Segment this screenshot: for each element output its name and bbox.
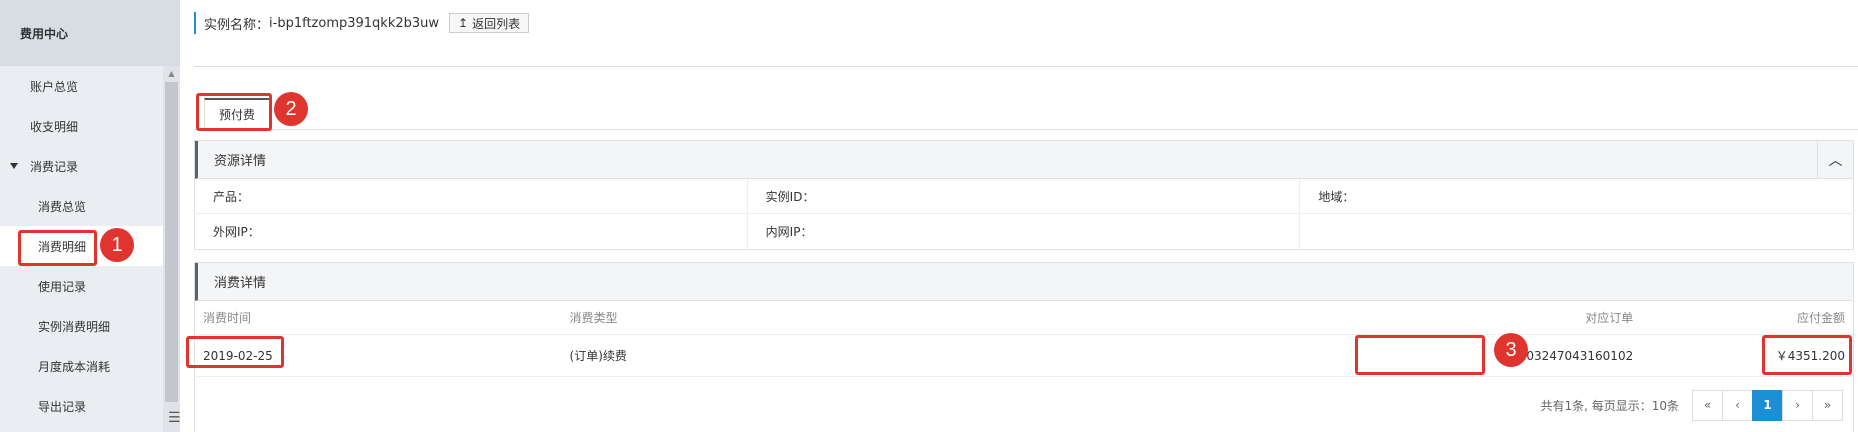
pagination-summary: 共有1条, 每页显示：10条 (1540, 398, 1679, 413)
resource-row: 外网IP： 内网IP： (195, 214, 1853, 249)
highlight-box (18, 230, 97, 266)
sidebar-title: 费用中心 (0, 0, 180, 66)
back-to-list-button[interactable]: ↥ 返回列表 (449, 13, 530, 33)
tab-bar: 预付费 (194, 90, 1858, 130)
highlight-box (1355, 335, 1485, 375)
consumption-details-panel: 消费详情 消费时间 消费类型 对应订单 应付金额 2019-02-25 (订单)… (194, 262, 1854, 432)
caret-down-icon (10, 163, 18, 169)
column-time: 消费时间 (203, 311, 252, 325)
highlight-box (196, 93, 272, 131)
back-button-label: 返回列表 (472, 16, 521, 31)
arrow-up-icon: ↥ (458, 16, 469, 30)
instance-id-field: 实例ID： (748, 179, 1301, 213)
first-page-button[interactable]: « (1692, 389, 1723, 421)
page-title: 实例名称： i-bp1ftzomp391qkk2b3uw ↥ 返回列表 (194, 12, 530, 34)
sidebar-item-income-expense[interactable]: 收支明细 (0, 106, 163, 146)
sidebar-item-account-overview[interactable]: 账户总览 (0, 66, 163, 106)
page-1-button[interactable]: 1 (1752, 389, 1783, 421)
sidebar-item-label: 消费记录 (30, 159, 79, 174)
highlight-box (186, 336, 284, 368)
instance-name-value: i-bp1ftzomp391qkk2b3uw (269, 15, 440, 31)
sidebar-scrollbar[interactable]: ▲ (163, 66, 180, 432)
resource-details-panel: 资源详情 ︿ 产品： 实例ID： 地域： 外网IP： 内网IP： (194, 140, 1854, 250)
table-row: 2019-02-25 (订单)续费 203247043160102 ￥4351.… (195, 335, 1853, 377)
scrollbar-thumb[interactable] (165, 82, 178, 402)
resource-row: 产品： 实例ID： 地域： (195, 179, 1853, 214)
scroll-up-icon[interactable]: ▲ (163, 66, 180, 80)
empty-cell (1300, 214, 1853, 249)
highlight-box (1762, 335, 1852, 375)
sidebar: 费用中心 账户总览 收支明细 消费记录 消费总览 消费明细 使用记录 实例消费明… (0, 0, 181, 432)
product-field: 产品： (195, 179, 748, 213)
column-type: 消费类型 (569, 311, 618, 325)
region-field: 地域： (1318, 189, 1355, 204)
instance-name-label: 实例名称： (204, 17, 270, 33)
column-order: 对应订单 (1585, 311, 1634, 325)
prev-page-button[interactable]: ‹ (1722, 389, 1753, 421)
annotation-badge-2: 2 (274, 92, 308, 126)
resource-details-title: 资源详情 (195, 141, 1853, 179)
annotation-badge-1: 1 (100, 228, 134, 262)
table-header: 消费时间 消费类型 对应订单 应付金额 (195, 301, 1853, 335)
sidebar-item-instance-consumption[interactable]: 实例消费明细 (0, 306, 163, 346)
column-amount: 应付金额 (1796, 311, 1845, 325)
annotation-badge-3: 3 (1494, 333, 1528, 367)
pagination: 共有1条, 每页显示：10条 « ‹ 1 › » (195, 377, 1853, 432)
divider (194, 66, 1858, 67)
sidebar-item-consumption-overview[interactable]: 消费总览 (0, 186, 163, 226)
last-page-button[interactable]: » (1812, 389, 1843, 421)
cell-type: (订单)续费 (569, 349, 627, 363)
next-page-button[interactable]: › (1782, 389, 1813, 421)
chevron-up-icon[interactable]: ︿ (1817, 141, 1853, 179)
pager-buttons: « ‹ 1 › » (1692, 389, 1843, 421)
main-content: 实例名称： i-bp1ftzomp391qkk2b3uw ↥ 返回列表 预付费 … (180, 0, 1858, 432)
sidebar-item-usage-records[interactable]: 使用记录 (0, 266, 163, 306)
sidebar-item-consumption-records[interactable]: 消费记录 (0, 146, 163, 186)
sidebar-item-monthly-cost[interactable]: 月度成本消耗 (0, 346, 163, 386)
menu-collapse-icon[interactable]: ☰ (168, 410, 181, 426)
sidebar-item-export-records[interactable]: 导出记录 (0, 386, 163, 426)
consumption-details-title: 消费详情 (195, 263, 1853, 301)
private-ip-field: 内网IP： (748, 214, 1301, 249)
public-ip-field: 外网IP： (195, 214, 748, 249)
